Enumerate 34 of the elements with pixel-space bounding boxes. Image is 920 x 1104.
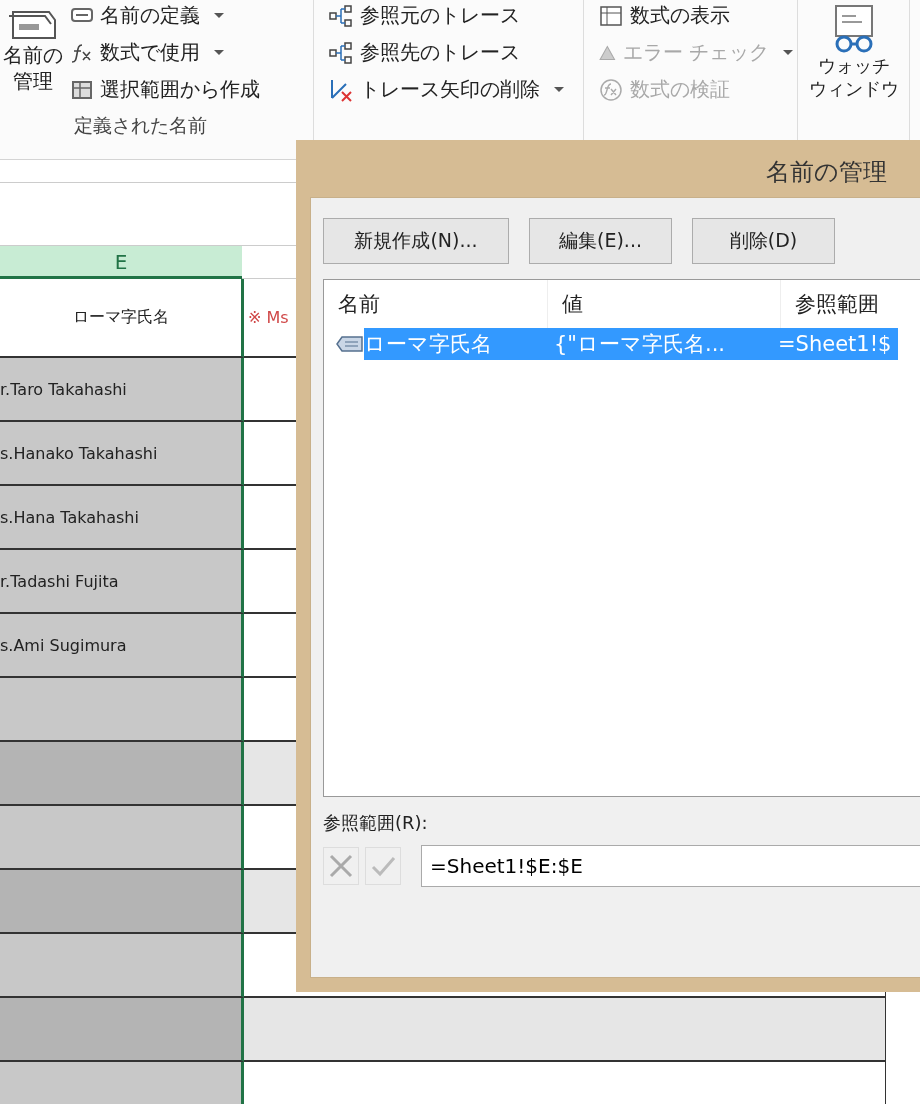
note-text: ※ Ms	[247, 308, 289, 327]
group-label: 定義された名前	[73, 113, 208, 138]
column-header[interactable]: E	[0, 246, 242, 279]
table-cell: s.Hanako Takahashi	[0, 422, 244, 486]
sheet-icon	[598, 3, 624, 28]
nodes-icon	[328, 40, 354, 65]
table-cell: s.Hana Takahashi	[0, 486, 244, 550]
ribbon-button[interactable]: 名前の定義	[66, 0, 264, 31]
ribbon-button[interactable]: 数式で使用	[66, 37, 264, 68]
field-label: 参照範囲(R):	[323, 811, 429, 835]
watch-window-button[interactable]: ウォッチ ウィンドウ	[806, 0, 901, 103]
ribbon-button[interactable]: 数式の表示	[594, 0, 797, 31]
name-manager-button[interactable]: 名前の管理	[0, 0, 66, 105]
dialog-button[interactable]: 削除(D)	[692, 218, 835, 264]
table-cell: ローマ字氏名	[0, 279, 244, 358]
check-icon[interactable]	[365, 847, 401, 885]
dialog-button[interactable]: 新規作成(N)...	[323, 218, 509, 264]
cancel-icon[interactable]	[323, 847, 359, 885]
window-title: 名前の管理	[765, 157, 888, 188]
nodes-icon	[328, 3, 354, 28]
tag-icon	[336, 335, 364, 353]
table-icon	[70, 78, 94, 101]
fx-icon	[598, 77, 624, 102]
ribbon-button[interactable]: 参照先のトレース	[324, 37, 583, 68]
arrows-icon	[328, 77, 354, 102]
table-cell: s.Ami Sugimura	[0, 614, 244, 678]
ribbon-button[interactable]: 選択範囲から作成	[66, 74, 264, 105]
table-cell: r.Tadashi Fujita	[0, 550, 244, 614]
ribbon-button[interactable]: 参照元のトレース	[324, 0, 583, 31]
table-cell: r.Taro Takahashi	[0, 358, 244, 422]
input-field[interactable]: =Sheet1!$E:$E	[421, 845, 920, 887]
ribbon-button[interactable]: トレース矢印の削除	[324, 74, 583, 105]
dialog-button[interactable]: 編集(E)...	[529, 218, 672, 264]
fx-icon	[70, 41, 94, 64]
